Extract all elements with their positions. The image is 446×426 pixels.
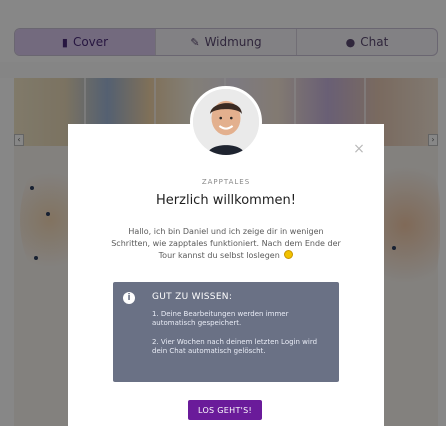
start-tour-button[interactable]: LOS GEHT'S! bbox=[188, 400, 262, 420]
info-item-2: 2. Vier Wochen nach deinem letzten Login… bbox=[152, 338, 318, 355]
info-title: GUT ZU WISSEN: bbox=[152, 292, 233, 302]
avatar-photo bbox=[193, 89, 259, 155]
avatar bbox=[190, 86, 262, 158]
modal-body: Hallo, ich bin Daniel und ich zeige dir … bbox=[108, 226, 344, 262]
modal-kicker: ZAPPTALES bbox=[201, 178, 251, 186]
info-item-1: 1. Deine Bearbeitungen werden immer auto… bbox=[152, 310, 289, 327]
modal-body-text: Hallo, ich bin Daniel und ich zeige dir … bbox=[111, 227, 341, 260]
smiley-icon bbox=[284, 250, 294, 259]
close-icon[interactable]: × bbox=[352, 142, 366, 156]
modal-title: Herzlich willkommen! bbox=[156, 193, 296, 208]
info-icon: i bbox=[123, 292, 135, 304]
